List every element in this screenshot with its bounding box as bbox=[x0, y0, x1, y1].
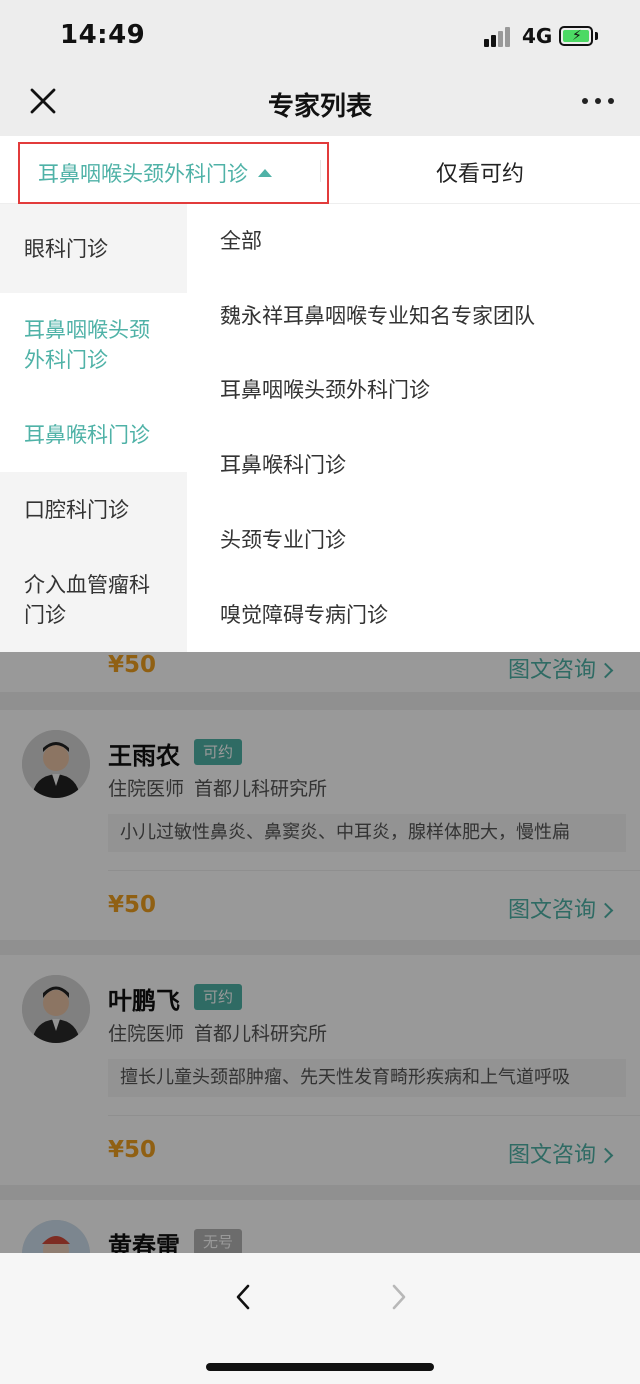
bottom-toolbar bbox=[0, 1253, 640, 1384]
department-item-label: 眼科门诊 bbox=[24, 236, 108, 261]
home-indicator bbox=[206, 1363, 434, 1371]
department-item[interactable]: 介入血管瘤科门诊 bbox=[0, 547, 187, 652]
department-item[interactable]: 眼科门诊 bbox=[0, 204, 187, 293]
filter-bar: 耳鼻咽喉头颈外科门诊 仅看可约 bbox=[0, 136, 640, 204]
department-item-label: 介入血管瘤科门诊 bbox=[24, 572, 150, 627]
forward-arrow-icon[interactable] bbox=[384, 1283, 412, 1311]
more-icon[interactable] bbox=[580, 98, 616, 106]
department-filter[interactable]: 耳鼻咽喉头颈外科门诊 bbox=[18, 142, 329, 204]
sub-department-item[interactable]: 嗅觉障碍专病门诊 bbox=[220, 600, 388, 630]
back-arrow-icon[interactable] bbox=[230, 1283, 258, 1311]
department-item-label: 耳鼻喉科门诊 bbox=[24, 422, 150, 447]
status-bar: 14:49 4G ⚡ bbox=[0, 0, 640, 70]
sub-department-item[interactable]: 全部 bbox=[220, 226, 262, 256]
sub-department-item[interactable]: 耳鼻喉科门诊 bbox=[220, 450, 346, 480]
page-title: 专家列表 bbox=[267, 92, 372, 122]
screen: 14:49 4G ⚡ 专家列表 耳鼻咽喉头颈外科门诊 仅看可约 眼科门诊 耳鼻咽… bbox=[0, 0, 640, 1384]
department-item-label: 口腔科门诊 bbox=[24, 497, 129, 522]
department-item-selected[interactable]: 耳鼻喉科门诊 bbox=[0, 397, 187, 472]
department-filter-label: 耳鼻咽喉头颈外科门诊 bbox=[38, 162, 248, 186]
battery-icon: ⚡ bbox=[559, 26, 593, 46]
sub-department-item[interactable]: 头颈专业门诊 bbox=[220, 525, 346, 555]
department-dropdown: 眼科门诊 耳鼻咽喉头颈外科门诊 耳鼻喉科门诊 口腔科门诊 介入血管瘤科门诊 全部… bbox=[0, 204, 640, 652]
dim-overlay[interactable] bbox=[0, 652, 640, 1253]
battery-cap bbox=[595, 32, 598, 40]
sub-department-item[interactable]: 耳鼻咽喉头颈外科门诊 bbox=[220, 375, 430, 405]
network-type: 4G bbox=[522, 24, 553, 48]
department-item-label: 耳鼻咽喉头颈外科门诊 bbox=[24, 318, 150, 372]
nav-bar: 专家列表 bbox=[0, 70, 640, 136]
available-only-filter[interactable]: 仅看可约 bbox=[320, 156, 640, 188]
department-item-selected[interactable]: 耳鼻咽喉头颈外科门诊 bbox=[0, 293, 187, 397]
department-item[interactable]: 口腔科门诊 bbox=[0, 472, 187, 547]
status-time: 14:49 bbox=[60, 20, 146, 50]
sub-department-item[interactable]: 魏永祥耳鼻咽喉专业知名专家团队 bbox=[220, 301, 535, 331]
caret-up-icon bbox=[258, 169, 272, 177]
department-list: 眼科门诊 耳鼻咽喉头颈外科门诊 耳鼻喉科门诊 口腔科门诊 介入血管瘤科门诊 bbox=[0, 204, 187, 652]
signal-icon bbox=[484, 27, 516, 47]
